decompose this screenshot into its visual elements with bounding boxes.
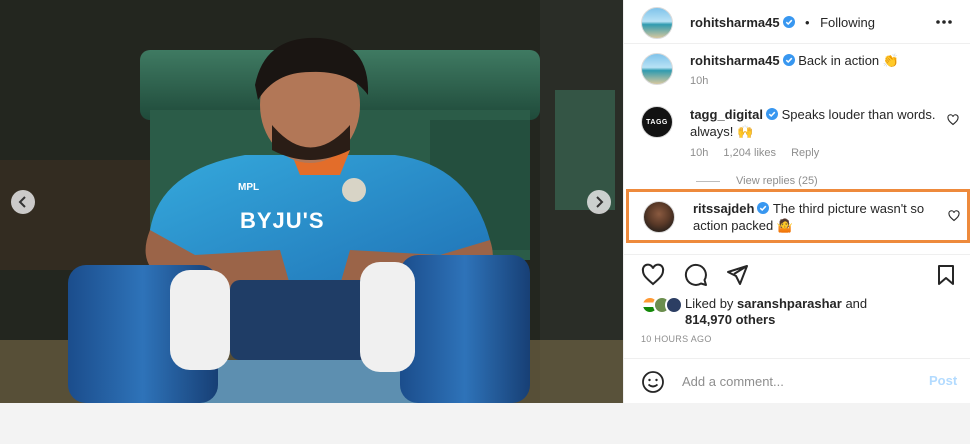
likes-text: Liked by saranshparashar and 814,970 oth… — [685, 296, 955, 328]
commenter-username[interactable]: tagg_digital — [690, 107, 763, 122]
heart-icon[interactable] — [947, 114, 959, 126]
previous-photo-button[interactable] — [11, 190, 35, 214]
action-bar — [624, 254, 970, 290]
caption-text: Back in action 👏 — [798, 53, 899, 68]
liked-by-conj: and — [845, 296, 868, 311]
avatar-logo-text: TAGG — [646, 118, 668, 126]
page-background-strip — [0, 403, 970, 444]
verified-icon — [765, 108, 778, 120]
comment-body: ritssajdeh The third picture wasn't so a… — [693, 200, 943, 234]
caption-body: rohitsharma45 Back in action 👏 10h — [690, 52, 940, 87]
view-replies-label: View replies (25) — [736, 175, 818, 187]
comment-body: tagg_digital Speaks louder than words. a… — [690, 106, 940, 159]
post-media: BYJU'S MPL — [0, 0, 623, 403]
replies-divider — [696, 180, 720, 182]
chevron-left-icon — [18, 196, 26, 208]
verified-icon — [782, 16, 795, 28]
comment-composer: Post — [624, 358, 970, 403]
heart-icon[interactable] — [948, 210, 960, 222]
comment-line: tagg_digital Speaks louder than words. a… — [690, 106, 940, 140]
verified-icon — [782, 54, 795, 66]
reply-button[interactable]: Reply — [791, 147, 819, 159]
commenter-avatar[interactable] — [643, 201, 675, 233]
jersey-brand-text: MPL — [238, 182, 260, 193]
author-avatar[interactable] — [641, 7, 673, 39]
verified-icon — [757, 202, 770, 214]
liker-avatar — [665, 296, 683, 314]
highlighted-comment: ritssajdeh The third picture wasn't so a… — [626, 189, 970, 243]
caption-time: 10h — [690, 75, 709, 87]
chevron-right-icon — [596, 196, 604, 208]
commenter-avatar[interactable]: TAGG — [641, 106, 673, 138]
caption-username[interactable]: rohitsharma45 — [690, 53, 780, 68]
comment-meta: 10h 1,204 likes Reply — [690, 147, 940, 159]
comment-likes[interactable]: 1,204 likes — [723, 147, 776, 159]
commenter-username[interactable]: ritssajdeh — [693, 201, 754, 216]
comment-icon[interactable] — [684, 263, 708, 287]
save-icon[interactable] — [934, 263, 958, 287]
caption: rohitsharma45 Back in action 👏 10h — [624, 44, 970, 96]
more-icon[interactable] — [934, 12, 954, 32]
post-header: rohitsharma45 • Following — [624, 0, 970, 44]
author-username[interactable]: rohitsharma45 — [690, 15, 780, 30]
caption-line: rohitsharma45 Back in action 👏 — [690, 52, 940, 69]
comment-time: 10h — [690, 147, 709, 159]
author-avatar[interactable] — [641, 53, 673, 85]
header-user-row: rohitsharma45 • Following — [690, 14, 875, 32]
view-replies-button[interactable]: View replies (25) — [696, 175, 818, 187]
share-icon[interactable] — [725, 263, 749, 287]
likes-others-count[interactable]: 814,970 others — [685, 312, 775, 327]
jersey-sponsor-text: BYJU'S — [240, 208, 325, 233]
post-button[interactable]: Post — [929, 373, 957, 388]
following-button[interactable]: Following — [820, 15, 875, 30]
next-photo-button[interactable] — [587, 190, 611, 214]
heart-icon[interactable] — [641, 263, 665, 287]
post-photo — [0, 0, 623, 403]
separator-dot: • — [805, 15, 810, 30]
emoji-icon[interactable] — [641, 370, 665, 394]
liked-by-user[interactable]: saranshparashar — [737, 296, 842, 311]
liked-by-label: Liked by — [685, 296, 734, 311]
comment-line: ritssajdeh The third picture wasn't so a… — [693, 200, 943, 234]
post-timestamp: 10 HOURS AGO — [641, 334, 712, 344]
comments-panel: rohitsharma45 • Following rohitsharma45 … — [623, 0, 970, 403]
comment-input[interactable] — [682, 368, 922, 394]
